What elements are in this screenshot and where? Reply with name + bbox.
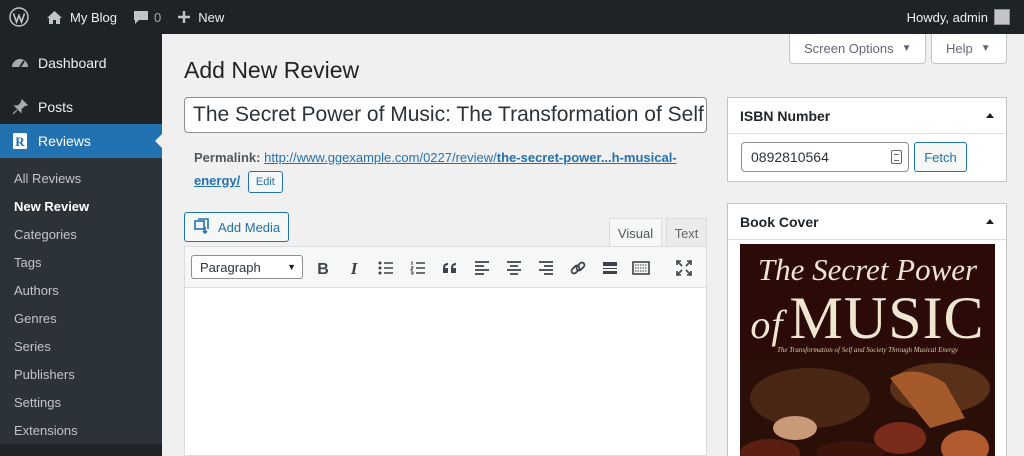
isbn-input-value: 0892810564: [751, 149, 829, 165]
submenu-categories[interactable]: Categories: [0, 220, 162, 248]
menu-reviews[interactable]: R Reviews: [0, 124, 163, 158]
format-select[interactable]: Paragraph ▼: [191, 255, 303, 279]
reviews-submenu: All Reviews New Review Categories Tags A…: [0, 158, 162, 444]
comment-icon: [133, 10, 149, 25]
book-cover-postbox-header[interactable]: Book Cover: [728, 204, 1006, 240]
numbered-list-icon[interactable]: [406, 256, 430, 280]
screen-options-label: Screen Options: [804, 41, 894, 56]
menu-dashboard[interactable]: Dashboard: [0, 46, 162, 80]
plus-icon: [177, 10, 191, 24]
permalink-slug: the-secret-power...h-musical-: [496, 150, 677, 165]
bullet-list-icon[interactable]: [374, 256, 398, 280]
permalink-slug-end: energy/: [194, 173, 241, 188]
cover-title-line1: The Secret Power: [757, 252, 978, 287]
cover-painting: [740, 358, 995, 456]
pin-icon: [10, 99, 30, 115]
editor-toolbar: Paragraph ▼ B I: [184, 246, 707, 288]
toolbar-toggle-icon[interactable]: [629, 256, 653, 280]
comments-link[interactable]: 0: [125, 0, 169, 34]
read-more-icon[interactable]: [598, 256, 622, 280]
chevron-down-icon: ▼: [901, 43, 912, 54]
collapse-arrow-icon[interactable]: [986, 219, 994, 224]
cover-subtitle: The Transformation of Self and Society T…: [776, 346, 959, 354]
post-title-input[interactable]: The Secret Power of Music: The Transform…: [184, 97, 707, 133]
svg-text:I: I: [350, 260, 359, 276]
help-button[interactable]: Help ▼: [931, 34, 1007, 64]
isbn-postbox-title: ISBN Number: [740, 107, 831, 124]
italic-icon[interactable]: I: [342, 256, 366, 280]
submenu-extensions[interactable]: Extensions: [0, 416, 162, 444]
format-select-value: Paragraph: [200, 259, 261, 275]
cover-title-music: MUSIC: [789, 285, 985, 351]
fullscreen-icon[interactable]: [672, 256, 696, 280]
site-name: My Blog: [70, 9, 117, 25]
submenu-authors[interactable]: Authors: [0, 276, 162, 304]
media-icon: [194, 217, 218, 237]
menu-posts[interactable]: Posts: [0, 90, 162, 124]
permalink-url-base: http://www.ggexample.com/0227/review/: [264, 150, 497, 165]
new-content-link[interactable]: New: [169, 0, 232, 34]
autofill-key-icon[interactable]: [891, 150, 902, 164]
submenu-new-review[interactable]: New Review: [0, 192, 162, 220]
tab-text[interactable]: Text: [666, 218, 707, 247]
quote-icon[interactable]: [438, 256, 462, 280]
submenu-settings[interactable]: Settings: [0, 388, 162, 416]
submenu-tags[interactable]: Tags: [0, 248, 162, 276]
bold-icon[interactable]: B: [311, 256, 335, 280]
submenu-series[interactable]: Series: [0, 332, 162, 360]
isbn-postbox-header[interactable]: ISBN Number: [728, 98, 1006, 134]
align-center-icon[interactable]: [502, 256, 526, 280]
avatar: [994, 9, 1010, 25]
account-menu[interactable]: Howdy, admin: [899, 0, 1018, 34]
dashboard-icon: [10, 55, 30, 71]
screen-options-button[interactable]: Screen Options ▼: [789, 34, 926, 64]
menu-posts-label: Posts: [38, 99, 74, 115]
home-icon: [46, 10, 63, 25]
book-cover-postbox: Book Cover The Secret Power of MUSIC The …: [727, 203, 1007, 456]
howdy-text: Howdy, admin: [906, 9, 988, 25]
comments-count: 0: [153, 9, 162, 25]
cover-title-line2: of MUSIC: [740, 284, 995, 353]
admin-sidebar: Dashboard Posts R Reviews All Reviews Ne…: [0, 34, 163, 456]
chevron-down-icon: ▼: [980, 43, 991, 54]
tab-visual[interactable]: Visual: [609, 218, 662, 247]
editor-content-area[interactable]: [184, 288, 707, 456]
add-media-label: Add Media: [218, 219, 281, 235]
permalink-label: Permalink:: [194, 150, 261, 165]
svg-text:B: B: [317, 261, 329, 276]
chevron-down-icon: ▼: [287, 262, 296, 272]
permalink-link-end[interactable]: energy/: [194, 173, 240, 188]
help-label: Help: [946, 41, 973, 56]
menu-dashboard-label: Dashboard: [38, 55, 107, 71]
reviews-icon: R: [10, 132, 30, 150]
book-cover-image: The Secret Power of MUSIC The Transformat…: [740, 244, 995, 456]
align-right-icon[interactable]: [534, 256, 558, 280]
collapse-arrow-icon[interactable]: [986, 113, 994, 118]
permalink-row: Permalink: http://www.ggexample.com/0227…: [194, 146, 694, 193]
isbn-input[interactable]: 0892810564: [741, 142, 909, 172]
submenu-all-reviews[interactable]: All Reviews: [0, 164, 162, 192]
link-icon[interactable]: [566, 256, 590, 280]
svg-text:R: R: [15, 134, 25, 149]
align-left-icon[interactable]: [470, 256, 494, 280]
site-name-link[interactable]: My Blog: [38, 0, 125, 34]
edit-permalink-button[interactable]: Edit: [247, 170, 283, 193]
add-media-button[interactable]: Add Media: [184, 212, 289, 242]
submenu-publishers[interactable]: Publishers: [0, 360, 162, 388]
admin-bar: My Blog 0 New Howdy, admin: [0, 0, 1024, 34]
new-label: New: [198, 9, 225, 25]
wordpress-logo-icon[interactable]: [0, 0, 38, 34]
cover-title-of: of: [750, 302, 784, 347]
fetch-button[interactable]: Fetch: [914, 142, 967, 172]
permalink-link[interactable]: http://www.ggexample.com/0227/review/the…: [264, 150, 677, 165]
book-cover-postbox-title: Book Cover: [740, 213, 819, 230]
page-title: Add New Review: [184, 57, 360, 83]
isbn-postbox: ISBN Number 0892810564 Fetch: [727, 97, 1007, 182]
menu-reviews-label: Reviews: [38, 133, 91, 149]
submenu-genres[interactable]: Genres: [0, 304, 162, 332]
